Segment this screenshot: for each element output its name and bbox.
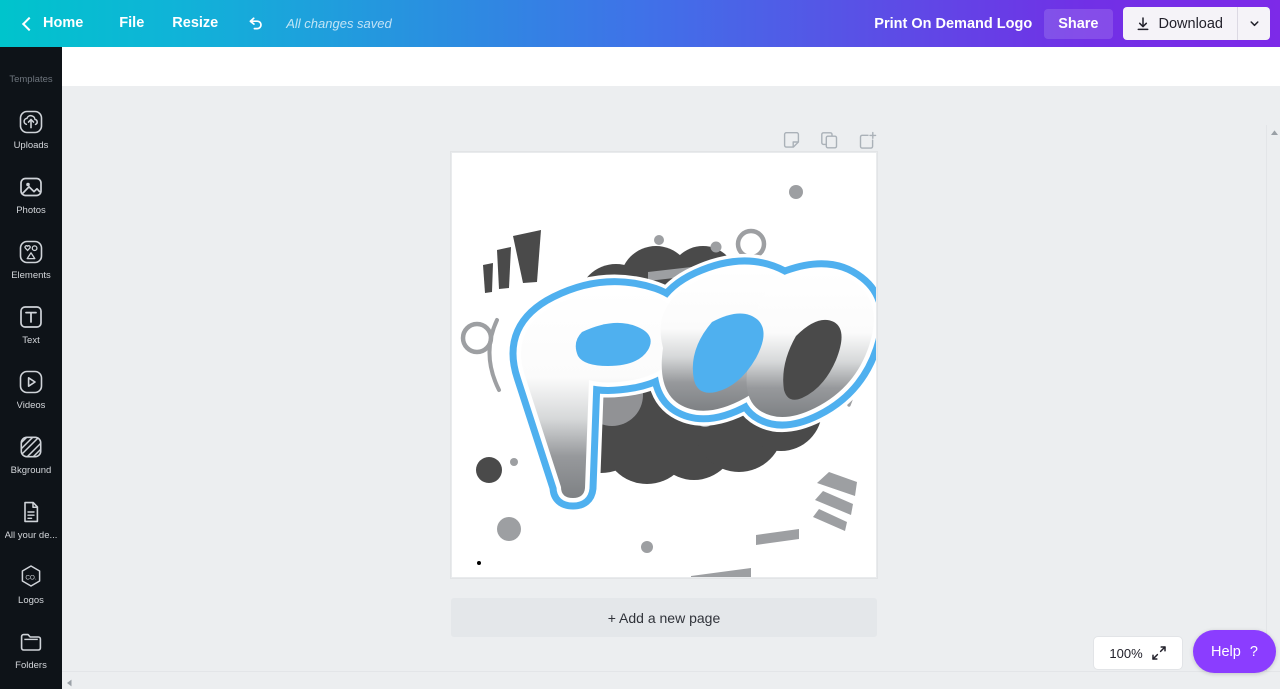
sidebar-label-photos: Photos [16, 205, 46, 216]
sidebar-item-background[interactable]: Bkground [0, 432, 62, 476]
sidebar-item-folders[interactable]: Folders [0, 627, 62, 671]
page-toolbar [781, 130, 877, 150]
sidebar-label-uploads: Uploads [13, 140, 49, 151]
header-left-group: Home File Resize All changes saved [0, 0, 392, 47]
main-editor-area: + Add a new page 100% Help ? [62, 47, 1280, 689]
file-menu-button[interactable]: File [105, 0, 158, 47]
sidebar-item-text[interactable]: Text [0, 302, 62, 346]
sidebar-label-elements: Elements [11, 270, 51, 281]
help-question-mark-icon: ? [1249, 643, 1258, 660]
resize-button[interactable]: Resize [158, 0, 232, 47]
share-button[interactable]: Share [1044, 8, 1113, 39]
hexagon-co-icon: CO. [16, 562, 46, 592]
svg-text:CO.: CO. [25, 574, 37, 581]
duplicate-page-icon[interactable] [819, 130, 839, 150]
scroll-left-arrow-icon[interactable] [64, 675, 76, 687]
help-button[interactable]: Help ? [1193, 630, 1276, 673]
download-arrow-icon [1137, 16, 1148, 30]
help-label: Help [1211, 643, 1241, 660]
sidebar-label-background: Bkground [10, 465, 52, 476]
add-new-page-button[interactable]: + Add a new page [451, 598, 877, 637]
zoom-control[interactable]: 100% [1093, 636, 1183, 670]
sidebar-item-elements[interactable]: Elements [0, 237, 62, 281]
sidebar-item-all-your-designs[interactable]: All your de... [0, 497, 62, 541]
text-t-icon [16, 302, 46, 332]
top-header-bar: Home File Resize All changes saved Print… [0, 0, 1280, 47]
photo-icon [16, 172, 46, 202]
sidebar-item-uploads[interactable]: Uploads [0, 107, 62, 151]
canvas-workspace[interactable]: + Add a new page [62, 86, 1280, 671]
download-label: Download [1158, 15, 1224, 32]
undo-button[interactable] [238, 0, 272, 47]
pod-graffiti-artwork[interactable] [451, 152, 889, 611]
document-icon [16, 497, 46, 527]
expand-arrows-icon[interactable] [1151, 645, 1167, 661]
design-page-1[interactable] [451, 152, 889, 611]
templates-icon [16, 47, 46, 71]
save-status-text: All changes saved [286, 16, 392, 31]
canva-editor-window: Home File Resize All changes saved Print… [0, 0, 1280, 689]
left-sidebar: Templates Uploads Photos Elements Text V… [0, 47, 62, 689]
sidebar-item-photos[interactable]: Photos [0, 172, 62, 216]
video-play-icon [16, 367, 46, 397]
sidebar-label-text: Text [22, 335, 40, 346]
sidebar-item-videos[interactable]: Videos [0, 367, 62, 411]
add-page-icon[interactable] [857, 130, 877, 150]
chevron-down-icon [1249, 21, 1259, 27]
sidebar-label-logos: Logos [18, 595, 44, 606]
sidebar-label-all-your-designs: All your de... [4, 530, 58, 541]
sidebar-label-videos: Videos [16, 400, 46, 411]
vertical-scrollbar[interactable] [1266, 125, 1280, 671]
background-hatch-icon [16, 432, 46, 462]
horizontal-scrollbar[interactable] [62, 671, 1280, 689]
notes-icon[interactable] [781, 130, 801, 150]
folder-icon [16, 627, 46, 657]
download-dropdown-toggle[interactable] [1237, 7, 1270, 40]
undo-arrow-icon [249, 16, 263, 29]
zoom-level-label: 100% [1109, 645, 1143, 661]
sidebar-label-folders: Folders [15, 660, 47, 671]
sidebar-item-templates[interactable]: Templates [0, 47, 62, 85]
shapes-icon [16, 237, 46, 267]
home-button[interactable]: Home [41, 0, 105, 47]
header-right-group: Print On Demand Logo Share Download [874, 0, 1280, 47]
sidebar-label-templates: Templates [9, 74, 53, 85]
download-button-group[interactable]: Download [1122, 7, 1270, 40]
document-title[interactable]: Print On Demand Logo [874, 16, 1032, 32]
scroll-up-arrow-icon[interactable] [1267, 125, 1280, 139]
download-button[interactable]: Download [1123, 7, 1238, 40]
upload-cloud-icon [16, 107, 46, 137]
chevron-left-icon[interactable] [17, 14, 37, 34]
sidebar-item-logos[interactable]: CO. Logos [0, 562, 62, 606]
